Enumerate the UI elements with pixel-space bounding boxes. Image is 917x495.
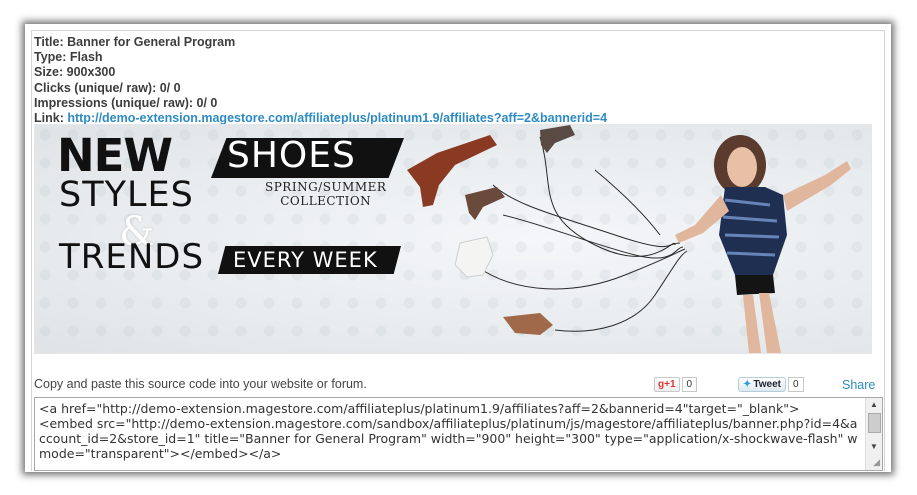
sandal-shoe xyxy=(503,313,553,335)
banner-link-label: Link: xyxy=(34,111,68,126)
banner-panel: Title: Banner for General Program Type: … xyxy=(25,24,891,472)
tweet-count: 0 xyxy=(788,377,804,393)
shoe-cords xyxy=(474,136,688,332)
banner-size: Size: 900x300 xyxy=(34,65,116,80)
scroll-down-icon[interactable]: ▼ xyxy=(866,440,882,454)
share-link[interactable]: Share xyxy=(842,378,875,392)
twitter-bird-icon: ✦ xyxy=(743,379,752,391)
banner-details: Title: Banner for General Program Type: … xyxy=(31,30,885,471)
banner-title: Title: Banner for General Program xyxy=(34,35,236,49)
resize-grip-icon[interactable]: ◢ xyxy=(873,457,880,468)
tweet-button[interactable]: ✦ Tweet xyxy=(738,377,786,393)
white-boot-shoe xyxy=(454,236,494,278)
gplus-widget: g+1 0 xyxy=(654,376,698,394)
source-code-text: <a href="http://demo-extension.magestore… xyxy=(39,401,858,461)
tweet-label: Tweet xyxy=(753,379,781,391)
heel-shoe-1 xyxy=(540,125,575,153)
banner-info: Title: Banner for General Program Type: … xyxy=(34,35,607,126)
scroll-up-icon[interactable]: ▲ xyxy=(866,398,882,412)
copy-instruction: Copy and paste this source code into you… xyxy=(34,377,367,391)
banner-preview[interactable]: NEW SHOES SPRING/SUMMER COLLECTION STYLE… xyxy=(34,124,872,354)
model-figure xyxy=(675,135,851,353)
banner-type: Type: Flash xyxy=(34,50,103,65)
gplus-label: +1 xyxy=(664,379,676,391)
banner-clicks: Clicks (unique/ raw): 0/ 0 xyxy=(34,80,181,95)
banner-artwork xyxy=(407,125,851,353)
scroll-thumb[interactable] xyxy=(868,413,881,433)
gplus-count: 0 xyxy=(681,377,698,393)
gplus-button[interactable]: g+1 xyxy=(654,377,680,393)
source-code-textarea[interactable]: <a href="http://demo-extension.magestore… xyxy=(34,397,883,471)
banner-impressions: Impressions (unique/ raw): 0/ 0 xyxy=(34,95,218,110)
banner-link[interactable]: http://demo-extension.magestore.com/affi… xyxy=(67,111,607,125)
heel-shoe-2 xyxy=(465,187,505,220)
tweet-widget: ✦ Tweet 0 xyxy=(738,376,804,394)
